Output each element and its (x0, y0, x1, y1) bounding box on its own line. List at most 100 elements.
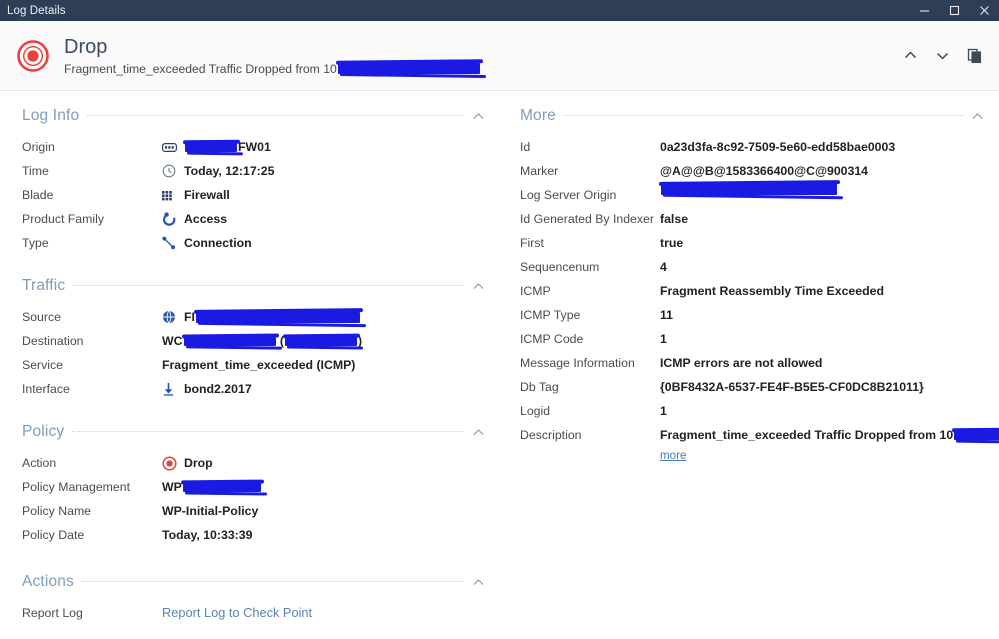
table-row: Product Family Access (22, 207, 486, 231)
row-value-text: Drop (184, 456, 213, 470)
section-divider (563, 114, 963, 116)
row-value: WC ( ) (162, 330, 486, 352)
table-row: Interface bond2.2017 (22, 377, 486, 401)
row-label: Service (22, 358, 64, 372)
section-header-log-info[interactable]: Log Info (22, 103, 486, 129)
row-label: Id (520, 140, 531, 154)
row-value: FW01 (162, 136, 486, 158)
row-value-text: Fragment_time_exceeded Traffic Dropped f… (660, 428, 954, 442)
section-divider (81, 580, 464, 582)
table-row: Id 0a23d3fa-8c92-7509-5e60-edd58bae0003 (520, 135, 985, 159)
row-value-text: WC (162, 334, 183, 348)
section-actions: Actions Report Log Report Log to Check P… (22, 569, 486, 625)
row-value: false (660, 212, 689, 226)
row-value: Drop (162, 452, 486, 474)
log-subtitle-text: Fragment_time_exceeded Traffic Dropped f… (64, 61, 337, 76)
section-header-more[interactable]: More (520, 103, 985, 129)
access-icon (162, 212, 179, 226)
report-log-link[interactable]: Report Log to Check Point (162, 602, 312, 624)
table-row: Logid 1 (520, 399, 985, 423)
copy-icon[interactable] (959, 41, 989, 71)
table-row: ICMP Type 11 (520, 303, 985, 327)
row-value: WP-Initial-Policy (162, 500, 486, 522)
row-value: true (660, 236, 684, 250)
page-title: Drop (64, 35, 108, 58)
log-detail-body: Log Info Origin FW01 Time Today, 12:17:2… (0, 91, 999, 639)
row-value-text: FW01 (238, 140, 271, 154)
row-value: bond2.2017 (162, 378, 486, 400)
row-value: WP (162, 476, 486, 498)
section-divider (87, 114, 464, 116)
close-button[interactable] (969, 0, 999, 21)
minimize-button[interactable] (909, 0, 939, 21)
table-row: Marker @A@@B@1583366400@C@900314 (520, 159, 985, 183)
row-value: 4 (660, 260, 667, 274)
row-label: ICMP (520, 284, 551, 298)
description-more-link[interactable]: more (660, 449, 686, 462)
row-label: Report Log (22, 606, 83, 620)
table-row: Db Tag {0BF8432A-6537-FE4F-B5E5-CF0DC8B2… (520, 375, 985, 399)
row-value: @A@@B@1583366400@C@900314 (660, 164, 869, 178)
table-row: Report Log Report Log to Check Point (22, 601, 486, 625)
row-value-text: WP (162, 480, 182, 494)
maximize-button[interactable] (939, 0, 969, 21)
section-header-traffic[interactable]: Traffic (22, 273, 486, 299)
row-label: First (520, 236, 544, 250)
row-value (660, 184, 985, 195)
row-value: Today, 12:17:25 (162, 160, 486, 182)
window-controls (909, 0, 999, 21)
table-row: Policy Date Today, 10:33:39 (22, 523, 486, 547)
section-divider (72, 430, 464, 432)
window-title: Log Details (7, 4, 66, 17)
chevron-up-icon[interactable] (895, 41, 925, 71)
table-row: Policy Management WP (22, 475, 486, 499)
row-label: ICMP Type (520, 308, 581, 322)
right-column: More Id 0a23d3fa-8c92-7509-5e60-edd58bae… (508, 97, 999, 639)
row-label: Log Server Origin (520, 188, 617, 202)
table-row: Description Fragment_time_exceeded Traff… (520, 423, 999, 465)
table-row: ICMP Code 1 (520, 327, 985, 351)
row-label: Message Information (520, 356, 635, 370)
row-value: 1 (660, 404, 667, 418)
row-label: Action (22, 456, 57, 470)
row-label: Product Family (22, 212, 105, 226)
table-row: Sequencenum 4 (520, 255, 985, 279)
table-row: Origin FW01 (22, 135, 486, 159)
section-title: Traffic (22, 277, 66, 294)
row-label: Interface (22, 382, 70, 396)
row-label: Policy Date (22, 528, 85, 542)
table-row: Blade Firewall (22, 183, 486, 207)
chevron-up-icon[interactable] (464, 109, 486, 124)
interface-icon (162, 382, 179, 396)
row-label: Db Tag (520, 380, 559, 394)
section-title: Actions (22, 573, 74, 590)
chevron-up-icon[interactable] (963, 109, 985, 124)
row-label: Type (22, 236, 49, 250)
chevron-up-icon[interactable] (464, 425, 486, 440)
row-value-text: Today, 12:17:25 (184, 164, 275, 178)
chevron-up-icon[interactable] (464, 575, 486, 590)
redacted-log-server-origin (660, 184, 838, 195)
chevron-down-icon[interactable] (927, 41, 957, 71)
row-value: Access (162, 208, 486, 230)
row-value: FI (162, 306, 486, 328)
section-header-policy[interactable]: Policy (22, 419, 486, 445)
row-label: Policy Management (22, 480, 130, 494)
row-value: Report Log to Check Point (162, 602, 486, 624)
drop-target-icon (162, 455, 179, 471)
section-title: Log Info (22, 107, 80, 124)
row-value: 11 (660, 308, 673, 322)
drop-target-icon (16, 39, 50, 73)
table-row: Message Information ICMP errors are not … (520, 351, 985, 375)
row-value: {0BF8432A-6537-FE4F-B5E5-CF0DC8B21011} (660, 380, 924, 394)
row-label: Policy Name (22, 504, 92, 518)
section-title: More (520, 107, 556, 124)
section-header-actions[interactable]: Actions (22, 569, 486, 595)
section-traffic: Traffic Source FI Destination WC () Ser… (22, 273, 486, 401)
table-row: Policy Name WP-Initial-Policy (22, 499, 486, 523)
section-divider (73, 284, 464, 286)
chevron-up-icon[interactable] (464, 279, 486, 294)
row-label: Sequencenum (520, 260, 600, 274)
window-title-bar: Log Details (0, 0, 999, 21)
row-value: Fragment_time_exceeded (ICMP) (162, 354, 486, 376)
